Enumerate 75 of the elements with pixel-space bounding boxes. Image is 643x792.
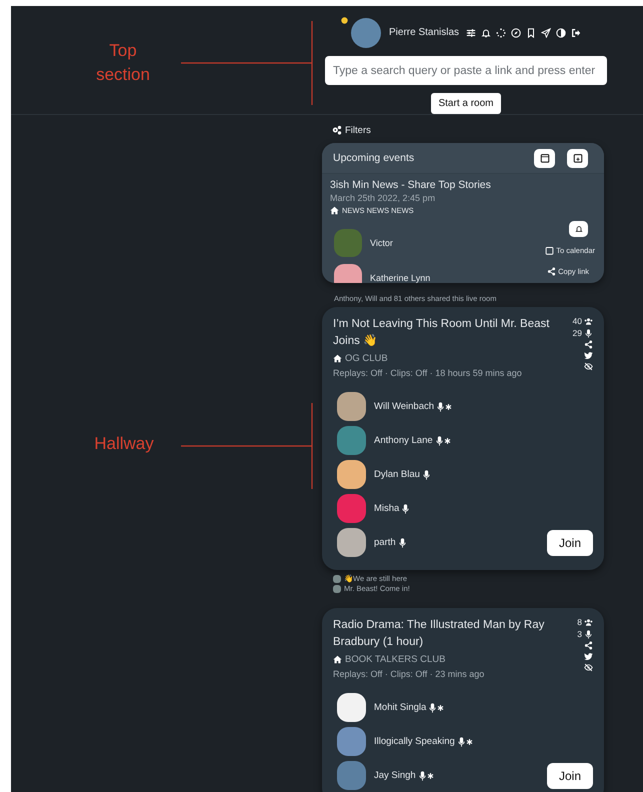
- calendar-icon: [540, 153, 550, 163]
- avatar[interactable]: [337, 693, 366, 722]
- house-icon: [333, 655, 342, 664]
- card-title: Upcoming events: [333, 152, 414, 164]
- room-card[interactable]: I’m Not Leaving This Room Until Mr. Beast Joins 👋 OG CLUB Replays: Off · Clips: Off · 18 hours 59 mins ago 40 29 Will Weinbach Anthony Lane Dylan Blau Misha parth Join: [322, 307, 604, 570]
- notify-button[interactable]: [569, 221, 588, 237]
- user-name[interactable]: Pierre Stanislas: [388, 27, 460, 38]
- mic-icon: [584, 328, 593, 338]
- room-card[interactable]: Radio Drama: The Illustrated Man by Ray Bradbury (1 hour) BOOK TALKERS CLUB Replays: Off · Clips: Off · 23 mins ago 8 3 Mohit Singla Illogically Speaking Jay Singh Join: [322, 608, 604, 792]
- annotation-label: Hallway: [93, 433, 155, 455]
- annotation-label: Top section: [95, 40, 151, 86]
- bell-icon: [574, 225, 582, 233]
- share-icon[interactable]: [584, 641, 593, 650]
- mic-icon: [458, 736, 465, 746]
- speaker-name[interactable]: parth: [374, 537, 396, 548]
- compass-icon[interactable]: [511, 28, 522, 38]
- event-date: March 25th 2022, 2:45 pm: [330, 193, 436, 203]
- people-icon: [584, 618, 593, 626]
- calendar-icon: [545, 246, 554, 255]
- avatar[interactable]: [337, 528, 366, 557]
- speaker-count: 29: [572, 328, 582, 338]
- mic-icon: [429, 702, 436, 712]
- speaker-name[interactable]: Mohit Singla: [374, 702, 426, 713]
- search-field[interactable]: Type a search query or paste a link and press enter: [325, 56, 607, 85]
- contrast-icon[interactable]: [556, 28, 566, 38]
- hand-icon: [340, 16, 348, 24]
- bell-icon[interactable]: [481, 28, 492, 38]
- bookmark-icon[interactable]: [526, 28, 536, 38]
- bird-icon[interactable]: [584, 652, 593, 661]
- listener-count: 40: [572, 316, 582, 326]
- avatar[interactable]: [337, 392, 366, 421]
- room-title: I’m Not Leaving This Room Until Mr. Beast Joins 👋: [333, 317, 550, 349]
- speaker-name[interactable]: Katherine Lynn: [370, 273, 430, 283]
- speaker-name[interactable]: Victor: [370, 238, 393, 248]
- house-icon: [333, 354, 342, 363]
- sign-out-icon[interactable]: [571, 28, 582, 38]
- speaker-name[interactable]: Will Weinbach: [374, 401, 434, 412]
- share-icon[interactable]: [584, 340, 593, 349]
- join-button[interactable]: Join: [546, 762, 593, 788]
- speaker-count: 3: [577, 629, 582, 639]
- mic-icon: [402, 504, 410, 514]
- room-meta: Replays: Off · Clips: Off · 23 mins ago: [333, 669, 486, 679]
- people-icon: [584, 316, 593, 326]
- send-icon[interactable]: [541, 28, 552, 38]
- mic-icon: [436, 436, 443, 446]
- loader-icon[interactable]: [496, 28, 506, 38]
- calendar-plus-icon: [572, 153, 582, 163]
- speaker-name[interactable]: Anthony Lane: [374, 435, 433, 446]
- mic-icon: [422, 470, 430, 480]
- speaker-name[interactable]: Dylan Blau: [374, 469, 420, 480]
- mic-icon: [584, 630, 593, 638]
- listener-count: 8: [577, 617, 582, 627]
- house-icon: [330, 206, 339, 215]
- event-title[interactable]: 3ish Min News - Share Top Stories: [330, 179, 595, 191]
- eye-slash-icon[interactable]: [584, 362, 593, 371]
- avatar[interactable]: [337, 460, 366, 489]
- bird-icon[interactable]: [584, 351, 593, 360]
- eye-slash-icon[interactable]: [584, 663, 593, 672]
- sliders-icon[interactable]: [466, 28, 476, 38]
- calendar-button[interactable]: [534, 148, 555, 168]
- club-name[interactable]: OG CLUB: [345, 353, 388, 364]
- start-room-button[interactable]: Start a room: [431, 93, 501, 114]
- speaker-name[interactable]: Jay Singh: [374, 770, 416, 781]
- add-event-button[interactable]: [567, 148, 588, 168]
- club-name[interactable]: BOOK TALKERS CLUB: [345, 654, 446, 665]
- mic-icon: [398, 538, 406, 548]
- join-button[interactable]: Join: [546, 530, 593, 556]
- room-meta: Replays: Off · Clips: Off · 18 hours 59 mins ago: [333, 368, 523, 378]
- filters-link[interactable]: Filters: [345, 124, 371, 136]
- room-title: Radio Drama: The Illustrated Man by Ray Bradbury (1 hour): [333, 618, 546, 650]
- mic-icon: [418, 770, 426, 780]
- speaker-name[interactable]: Illogically Speaking: [374, 736, 455, 747]
- speaker-name[interactable]: Misha: [374, 503, 400, 514]
- mic-icon: [437, 402, 444, 412]
- share-icon: [547, 267, 556, 276]
